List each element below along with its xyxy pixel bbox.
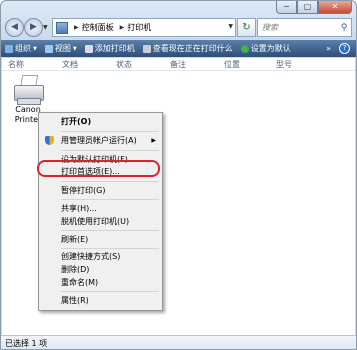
print-queue-icon [142,44,151,53]
views-label: 视图 [54,44,71,53]
breadcrumb-arrow-icon[interactable]: ▶ [120,24,125,31]
menu-item-run-as-admin[interactable]: 用管理员帐户运行(A) ▶ [39,134,162,147]
minimize-button[interactable]: ─ [276,1,297,14]
menu-item-use-offline[interactable]: 脱机使用打印机(U) [39,215,162,228]
menu-divider [61,150,159,151]
menu-divider [61,181,159,182]
menu-item-delete[interactable]: 删除(D) [39,263,162,276]
breadcrumb-arrow-icon[interactable]: ▶ [74,24,79,31]
menu-item-pause-printing[interactable]: 暂停打印(G) [39,184,162,197]
breadcrumb-control-panel[interactable]: 控制面板 [82,22,114,33]
views-button[interactable]: 视图 ▼ [41,40,81,57]
status-bar: 已选择 1 项 [1,335,356,349]
organize-label: 组织 [15,44,31,53]
menu-item-open[interactable]: 打开(O) [39,115,162,128]
submenu-arrow-icon: ▶ [151,137,156,144]
add-printer-button[interactable]: 添加打印机 [81,40,139,57]
menu-divider [61,131,159,132]
navigation-bar: ◀ ▶ ▼ ▶ 控制面板 ▶ 打印机 ▼ ↻ 搜索 ⚲ [1,17,356,39]
default-check-icon [240,44,249,53]
column-documents[interactable]: 文档 [62,59,78,70]
menu-divider [61,199,159,200]
search-input[interactable]: 搜索 [258,22,337,33]
control-panel-icon [56,21,68,34]
maximize-button[interactable]: ▢ [297,1,318,14]
address-bar[interactable]: ▶ 控制面板 ▶ 打印机 ▼ [52,18,236,37]
status-text: 已选择 1 项 [5,339,48,348]
column-comments[interactable]: 备注 [170,59,186,70]
forward-button[interactable]: ▶ [24,18,43,37]
menu-item-create-shortcut[interactable]: 创建快捷方式(S) [39,250,162,263]
column-location[interactable]: 位置 [224,59,240,70]
see-whats-printing-label: 查看现在正在打印什么 [152,44,233,53]
menu-divider [61,230,159,231]
help-icon: ? [339,43,350,54]
search-icon[interactable]: ⚲ [337,23,351,33]
set-default-button[interactable]: 设置为默认 [237,40,295,57]
printer-icon [12,73,46,105]
chevron-down-icon: ▼ [33,45,37,52]
views-icon [44,44,53,53]
menu-item-label: 用管理员帐户运行(A) [61,136,137,145]
menu-item-properties[interactable]: 属性(R) [39,294,162,307]
organize-button[interactable]: 组织 ▼ [1,40,41,57]
chevron-down-icon: ▼ [72,45,77,52]
column-model[interactable]: 型号 [276,59,292,70]
highlight-ring [37,160,160,177]
close-button[interactable]: ✕ [318,1,352,14]
menu-divider [61,248,159,249]
menu-item-sharing[interactable]: 共享(H)... [39,202,162,215]
column-status[interactable]: 状态 [116,59,132,70]
see-whats-printing-button[interactable]: 查看现在正在打印什么 [139,40,237,57]
column-headers: 名称 文档 状态 备注 位置 型号 [2,58,355,71]
menu-divider [61,291,159,292]
context-menu: 打开(O) 用管理员帐户运行(A) ▶ 设为默认打印机(F) 打印首选项(E).… [38,112,163,311]
add-printer-label: 添加打印机 [94,44,135,53]
window-controls: ─ ▢ ✕ [276,1,352,14]
command-toolbar: 组织 ▼ 视图 ▼ 添加打印机 查看现在正在打印什么 设置为默认 » ? [1,40,356,57]
menu-item-refresh[interactable]: 刷新(E) [39,233,162,246]
add-printer-icon [84,44,93,53]
search-box[interactable]: 搜索 ⚲ [257,18,352,37]
help-button[interactable]: ? [335,40,356,57]
set-default-label: 设置为默认 [250,44,291,53]
organize-icon [5,44,13,53]
refresh-button[interactable]: ↻ [237,18,256,37]
breadcrumb-printers[interactable]: 打印机 [127,22,151,33]
menu-item-rename[interactable]: 重命名(M) [39,276,162,289]
more-commands-button[interactable]: » [322,40,335,57]
shield-icon [45,136,54,145]
address-dropdown-icon[interactable]: ▼ [228,23,233,30]
column-name[interactable]: 名称 [8,59,24,70]
recent-pages-dropdown-icon[interactable]: ▼ [43,24,48,31]
back-button[interactable]: ◀ [5,18,24,37]
